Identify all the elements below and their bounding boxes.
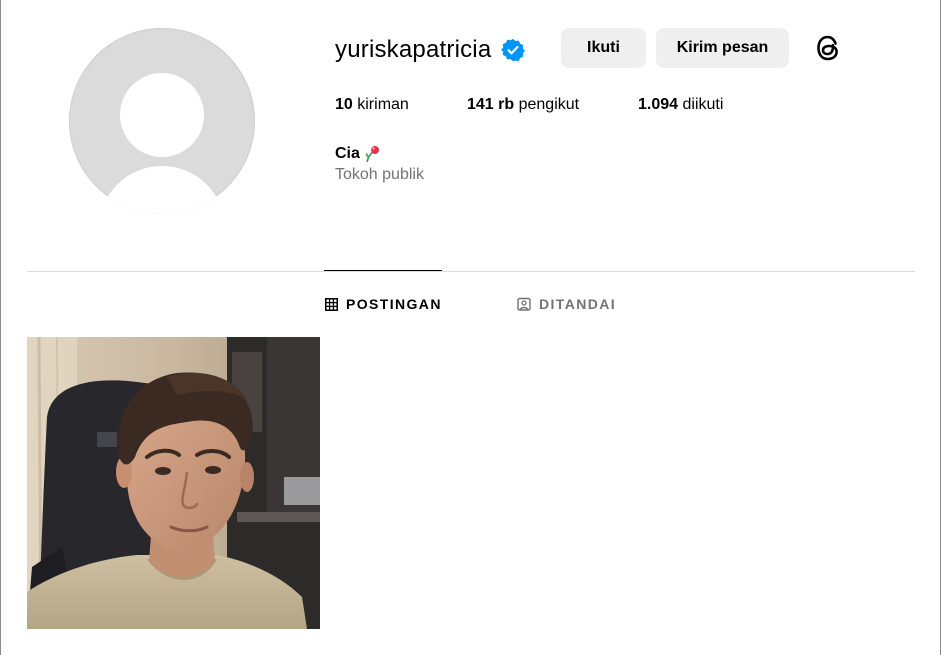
threads-link[interactable] — [813, 32, 845, 64]
avatar-placeholder-body — [100, 166, 224, 214]
avatar-placeholder-head — [120, 73, 204, 157]
bio-display-name: Cia — [335, 144, 381, 164]
username-header: yuriskapatricia — [335, 36, 526, 64]
tab-tagged[interactable]: DITANDAI — [517, 296, 616, 312]
username: yuriskapatricia — [335, 36, 492, 63]
tagged-icon — [517, 297, 531, 311]
profile-avatar[interactable] — [69, 28, 255, 214]
tab-posts[interactable]: POSTINGAN — [325, 296, 442, 312]
flower-emoji-icon — [365, 146, 379, 163]
profile-category: Tokoh publik — [335, 166, 424, 183]
post-image — [27, 337, 320, 629]
send-message-button[interactable]: Kirim pesan — [656, 28, 789, 68]
followers-count[interactable]: 141 rb pengikut — [467, 96, 579, 114]
threads-icon — [817, 35, 838, 61]
follow-button[interactable]: Ikuti — [561, 28, 646, 68]
following-count[interactable]: 1.094 diikuti — [638, 96, 723, 114]
tab-posts-label: POSTINGAN — [346, 296, 442, 312]
follow-button-label: Ikuti — [587, 39, 620, 56]
grid-icon — [325, 297, 338, 311]
post-thumbnail[interactable] — [27, 337, 320, 629]
tab-tagged-label: DITANDAI — [539, 296, 617, 312]
posts-count: 10 kiriman — [335, 96, 409, 113]
active-tab-indicator — [324, 270, 442, 271]
bio-name-text: Cia — [335, 145, 360, 162]
tabs-divider — [27, 271, 915, 272]
profile-page: yuriskapatricia Ikuti Kirim pesan 10 kir… — [0, 0, 941, 655]
send-message-button-label: Kirim pesan — [676, 39, 769, 56]
verified-badge-icon — [501, 38, 526, 62]
